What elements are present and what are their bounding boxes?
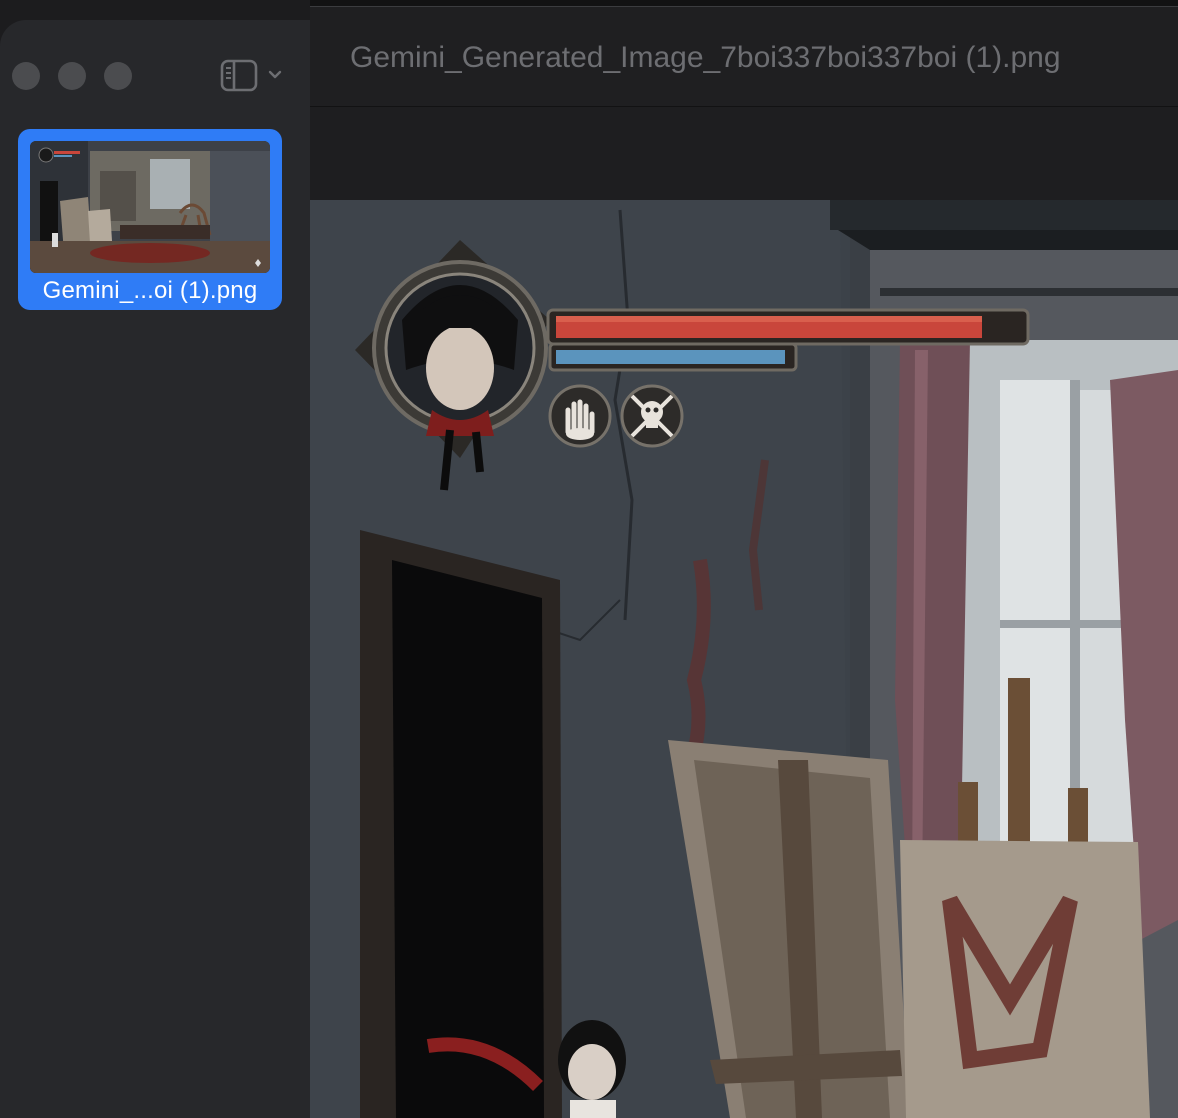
thumbnail-item-selected[interactable]: Gemini_...oi (1).png: [18, 129, 282, 310]
preview-window: Gemini_...oi (1).png Gemini_Generated_Im…: [0, 0, 1178, 1118]
hand-ability-icon: [548, 384, 612, 448]
image-canvas[interactable]: [310, 108, 1178, 1118]
window-title: Gemini_Generated_Image_7boi337boi337boi …: [350, 41, 1061, 74]
thumbnail-image: [30, 141, 270, 273]
zoom-window-button[interactable]: [104, 62, 132, 90]
window-top-border: [310, 0, 1178, 7]
main-viewer: Gemini_Generated_Image_7boi337boi337boi …: [310, 0, 1178, 1118]
sidebar-toggle-button[interactable]: [218, 58, 288, 94]
sidebar-icon: [220, 59, 282, 92]
skull-crossbones-ability-icon: [620, 384, 684, 448]
game-screenshot-image: [310, 200, 1178, 1118]
minimize-window-button[interactable]: [58, 62, 86, 90]
title-bar: Gemini_Generated_Image_7boi337boi337boi …: [310, 7, 1178, 107]
thumbnail-label: Gemini_...oi (1).png: [42, 277, 258, 304]
chevron-down-icon: [268, 70, 282, 79]
close-window-button[interactable]: [12, 62, 40, 90]
sidebar: Gemini_...oi (1).png: [0, 20, 310, 1118]
